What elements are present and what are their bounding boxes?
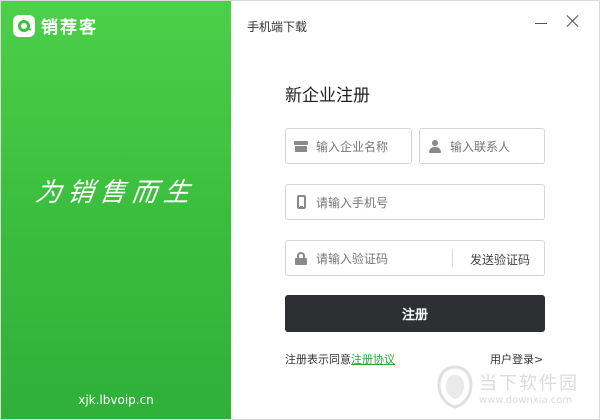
user-icon	[420, 139, 450, 153]
watermark: 当下软件园 www.downxia.com	[437, 365, 579, 409]
contact-placeholder: 输入联系人	[450, 139, 511, 154]
watermark-url: www.downxia.com	[479, 394, 573, 406]
phone-placeholder: 请输入手机号	[316, 195, 389, 210]
phone-icon	[286, 195, 316, 209]
verification-code-field[interactable]: 请输入验证码 发送验证码	[285, 240, 545, 276]
store-icon	[286, 140, 316, 152]
brand-panel: •• 销荐客 为销售而生 xjk.lbvoip.cn	[1, 1, 231, 419]
brand-slogan: 为销售而生	[33, 178, 198, 208]
agreement-text: 注册表示同意	[285, 353, 351, 366]
watermark-text: 当下软件园	[479, 372, 579, 394]
minimize-icon[interactable]	[533, 13, 549, 29]
send-code-button[interactable]: 发送验证码	[470, 251, 530, 268]
app-window: •• 销荐客 为销售而生 xjk.lbvoip.cn 手机端下载 新企业注册 输…	[0, 0, 600, 420]
agreement-link[interactable]: 注册协议	[351, 353, 395, 366]
page-title: 新企业注册	[285, 86, 370, 106]
brand-name: 销荐客	[41, 18, 98, 38]
watermark-logo-icon	[437, 365, 473, 409]
company-name-field[interactable]: 输入企业名称	[285, 128, 412, 164]
mobile-download-link[interactable]: 手机端下载	[247, 18, 307, 35]
close-icon[interactable]	[565, 13, 581, 29]
brand-logo: •• 销荐客	[13, 13, 98, 38]
agreement-note: 注册表示同意注册协议	[285, 351, 395, 367]
divider	[452, 249, 453, 267]
contact-field[interactable]: 输入联系人	[419, 128, 545, 164]
title-bar: 手机端下载	[231, 1, 599, 41]
code-placeholder: 请输入验证码	[316, 251, 389, 266]
register-button[interactable]: 注册	[285, 295, 545, 332]
logo-icon: ••	[13, 14, 35, 37]
company-name-placeholder: 输入企业名称	[316, 139, 389, 154]
lock-icon	[286, 251, 316, 265]
site-url: xjk.lbvoip.cn	[78, 393, 154, 407]
phone-field[interactable]: 请输入手机号	[285, 184, 545, 220]
register-panel: 手机端下载 新企业注册 输入企业名称 输入联系人 请输入手机号 请输入验证码 发…	[231, 1, 599, 419]
